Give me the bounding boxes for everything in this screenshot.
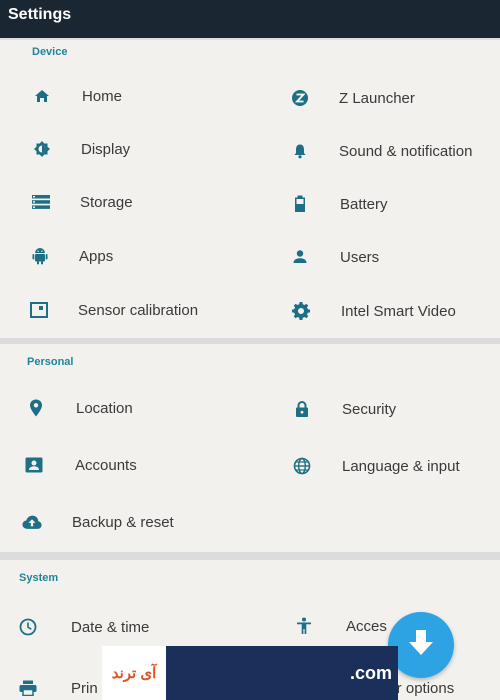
- globe-icon: [292, 456, 312, 476]
- settings-item-home[interactable]: Home: [32, 76, 122, 116]
- section-personal: Personal Location Security Accounts Lang…: [0, 344, 500, 552]
- settings-item-label: Home: [82, 87, 123, 105]
- settings-item-label: Users: [340, 248, 380, 266]
- settings-item-label: Date & time: [71, 618, 150, 636]
- gear-icon: [291, 301, 311, 321]
- section-header-device: Device: [32, 46, 68, 58]
- section-header-personal: Personal: [27, 356, 74, 368]
- settings-item-apps[interactable]: Apps: [30, 236, 113, 276]
- settings-item-security[interactable]: Security: [292, 389, 396, 429]
- watermark-text-left: آی ترند: [102, 646, 166, 700]
- settings-item-label: Language & input: [342, 457, 460, 475]
- storage-icon: [31, 192, 51, 212]
- lock-icon: [292, 399, 312, 419]
- settings-item-location[interactable]: Location: [26, 388, 133, 428]
- settings-item-accessibility[interactable]: Acces: [294, 606, 387, 646]
- settings-item-storage[interactable]: Storage: [31, 182, 133, 222]
- settings-item-intel-smart-video[interactable]: Intel Smart Video: [291, 291, 456, 331]
- settings-item-label: Security: [342, 400, 397, 418]
- watermark-text-right: .com: [349, 662, 392, 683]
- bell-icon: [290, 141, 310, 161]
- settings-item-battery[interactable]: Battery: [290, 184, 388, 224]
- android-icon: [30, 246, 50, 266]
- settings-item-label: Sensor calibration: [78, 301, 199, 319]
- account-icon: [24, 455, 44, 475]
- download-arrow-icon: [404, 626, 438, 665]
- settings-item-users[interactable]: Users: [290, 237, 379, 277]
- print-icon: [18, 678, 38, 698]
- settings-item-label: Sound & notification: [339, 142, 473, 160]
- settings-item-label: Display: [81, 140, 131, 158]
- settings-item-label: Location: [76, 399, 133, 417]
- settings-item-label: Storage: [80, 193, 133, 211]
- clock-icon: [18, 617, 38, 637]
- settings-item-display[interactable]: Display: [32, 129, 130, 169]
- settings-item-label: Prin: [71, 679, 98, 697]
- z-launcher-icon: [290, 88, 310, 108]
- home-icon: [32, 86, 52, 106]
- settings-item-language-input[interactable]: Language & input: [292, 446, 460, 486]
- settings-item-label: Accounts: [75, 456, 137, 474]
- settings-item-z-launcher[interactable]: Z Launcher: [290, 78, 415, 118]
- person-icon: [290, 247, 310, 267]
- page-title: Settings: [8, 6, 72, 23]
- settings-item-label: Apps: [79, 247, 114, 265]
- section-device: Device Home Z Launcher Display Sound & n…: [0, 40, 500, 338]
- section-header-system: System: [19, 572, 59, 584]
- watermark-logo: .com: [166, 646, 398, 700]
- title-bar: Settings: [0, 0, 500, 38]
- settings-item-printing[interactable]: Prin: [18, 668, 98, 700]
- settings-item-label: Acces: [346, 617, 387, 635]
- accessibility-icon: [294, 616, 314, 636]
- brightness-icon: [32, 139, 52, 159]
- settings-item-label: Z Launcher: [339, 89, 415, 107]
- cloud-upload-icon: [22, 512, 42, 532]
- settings-item-sound-notification[interactable]: Sound & notification: [290, 131, 472, 171]
- settings-item-sensor-calibration[interactable]: Sensor calibration: [29, 290, 198, 330]
- location-pin-icon: [26, 398, 46, 418]
- sensor-icon: [29, 300, 49, 320]
- settings-item-accounts[interactable]: Accounts: [24, 445, 137, 485]
- settings-item-date-time[interactable]: Date & time: [18, 607, 149, 647]
- battery-icon: [290, 194, 310, 214]
- settings-item-backup-reset[interactable]: Backup & reset: [22, 502, 174, 542]
- settings-item-label: Backup & reset: [72, 513, 174, 531]
- settings-item-label: Intel Smart Video: [341, 302, 456, 320]
- settings-item-label: Battery: [340, 195, 388, 213]
- watermark-banner: آی ترند .com: [102, 646, 398, 700]
